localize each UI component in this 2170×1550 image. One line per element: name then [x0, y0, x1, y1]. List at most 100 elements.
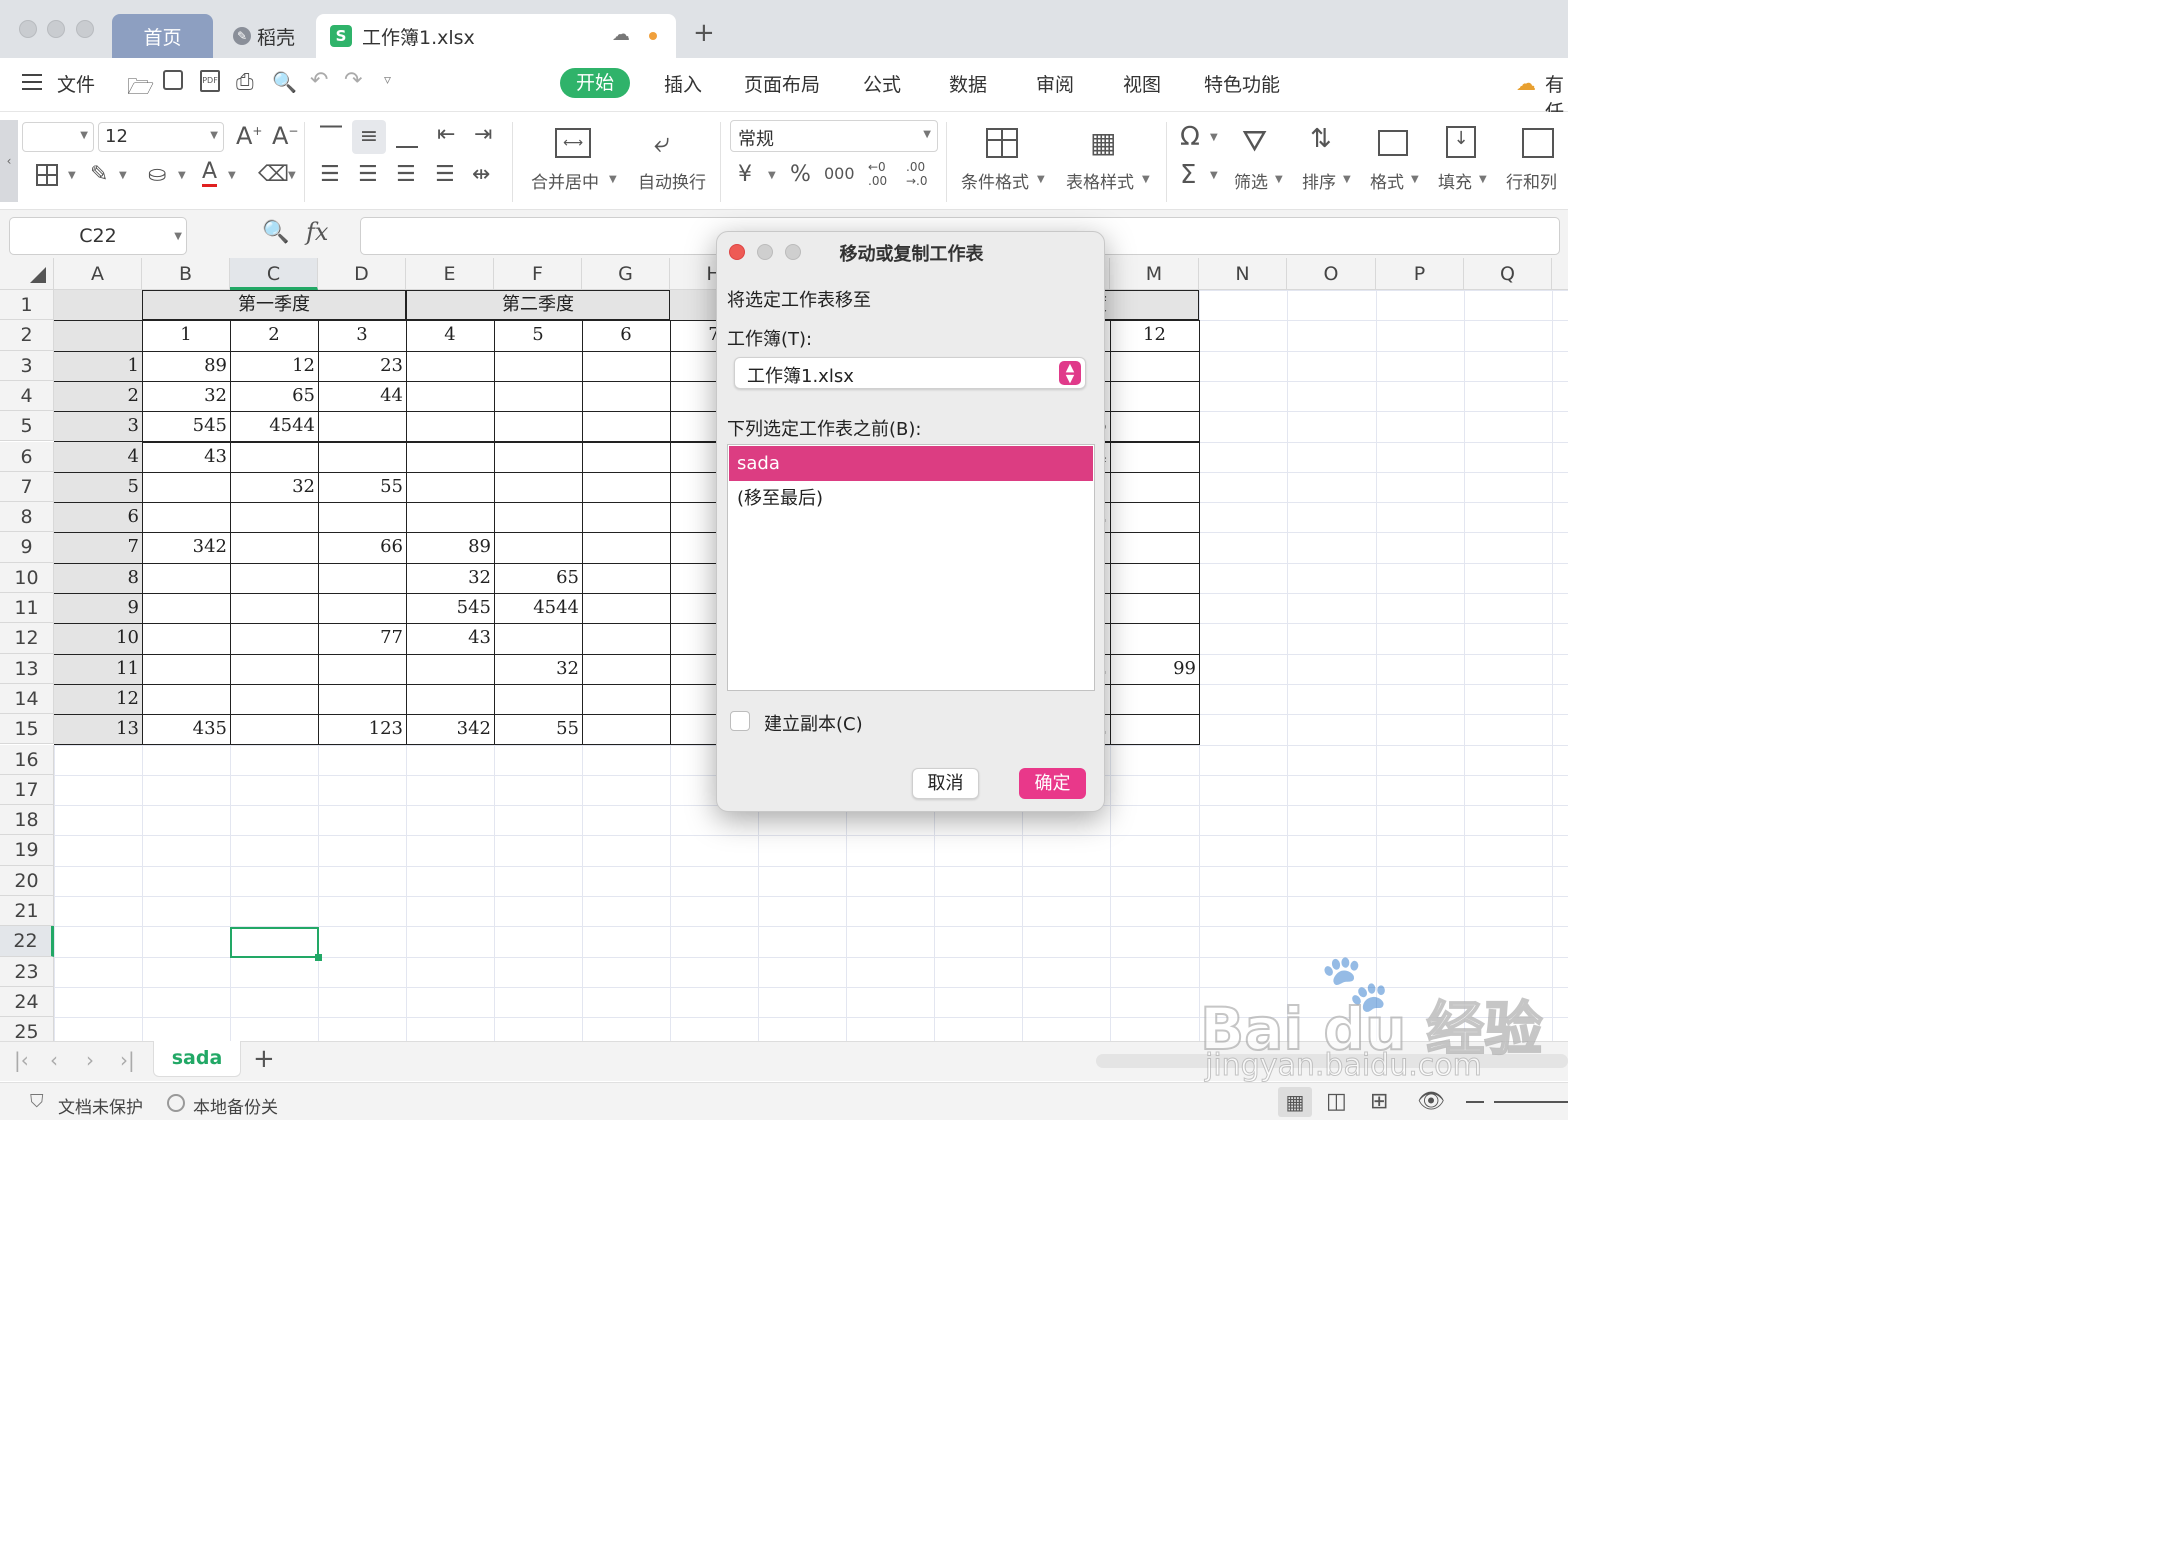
increase-decimal-icon[interactable]: ←0 .00 [868, 160, 896, 188]
decrease-indent-icon[interactable]: ⇤ [437, 122, 455, 147]
hamburger-icon[interactable] [22, 74, 42, 90]
filter-button[interactable]: 筛选 [1234, 168, 1268, 193]
row-header[interactable]: 19 [0, 835, 54, 866]
filter-icon[interactable]: ⛛ [1242, 124, 1267, 159]
row-header[interactable]: 3 [0, 350, 54, 381]
chevron-down-icon[interactable]: ▼ [1142, 174, 1150, 185]
fill-color-icon[interactable]: ⛀ [148, 162, 166, 187]
create-copy-label[interactable]: 建立副本(C) [764, 710, 863, 736]
chevron-down-icon[interactable]: ▼ [1479, 174, 1487, 185]
row-header[interactable]: 24 [0, 986, 54, 1018]
first-sheet-icon[interactable]: |‹ [14, 1048, 29, 1072]
minimize-window-button[interactable] [47, 20, 65, 38]
eye-protection-icon[interactable]: 👁 [1417, 1089, 1445, 1114]
horizontal-scrollbar[interactable] [1096, 1054, 1568, 1068]
font-name-select[interactable]: ▼ [22, 122, 94, 152]
align-left-icon[interactable]: ☰ [320, 162, 340, 187]
row-header[interactable]: 4 [0, 380, 54, 412]
workbook-select[interactable]: 工作簿1.xlsx ▲ ▼ [734, 357, 1086, 389]
fill-button[interactable]: 填充 [1438, 168, 1472, 193]
column-header[interactable]: D [318, 258, 406, 290]
justify-icon[interactable]: ☰ [435, 162, 455, 187]
row-header[interactable]: 18 [0, 805, 54, 836]
column-header[interactable]: G [582, 258, 670, 290]
column-header[interactable]: Q [1464, 258, 1552, 290]
prev-sheet-icon[interactable]: ‹ [50, 1048, 58, 1072]
row-header[interactable]: 6 [0, 441, 54, 472]
format-button[interactable]: 格式 [1370, 168, 1404, 193]
borders-icon[interactable] [36, 164, 58, 186]
chevron-down-icon[interactable]: ▼ [1343, 174, 1351, 185]
align-top-icon[interactable]: ⎺ [320, 124, 342, 149]
zoom-slider[interactable] [1494, 1101, 1568, 1103]
menu-review[interactable]: 审阅 [1036, 70, 1074, 97]
pdf-icon[interactable]: PDF [200, 70, 220, 92]
customize-dropdown-icon[interactable]: ▿ [384, 72, 391, 88]
increase-font-icon[interactable]: A+ [236, 122, 262, 150]
decrease-decimal-icon[interactable]: .00 →.0 [906, 160, 934, 188]
row-column-button[interactable]: 行和列 [1506, 168, 1557, 193]
create-copy-checkbox[interactable] [730, 711, 750, 731]
row-header[interactable]: 11 [0, 593, 54, 624]
number-format-select[interactable]: 常规 ▼ [730, 120, 938, 152]
chevron-down-icon[interactable]: ▼ [288, 170, 296, 181]
fill-handle[interactable] [315, 954, 322, 961]
chevron-down-icon[interactable]: ▼ [1210, 170, 1218, 181]
menu-start[interactable]: 开始 [560, 68, 630, 98]
table-style-button[interactable]: 表格样式 [1066, 168, 1134, 193]
fill-icon[interactable]: ↓ [1446, 126, 1476, 158]
conditional-format-button[interactable]: 条件格式 [961, 168, 1029, 193]
chevron-down-icon[interactable]: ▼ [119, 170, 127, 181]
row-header[interactable]: 9 [0, 532, 54, 563]
sheet-list-item-selected[interactable]: sada [729, 446, 1093, 481]
row-header[interactable]: 13 [0, 653, 54, 684]
percent-icon[interactable]: % [790, 162, 811, 187]
thousands-icon[interactable]: 000 [824, 164, 855, 183]
print-preview-icon[interactable]: 🔍 [272, 70, 297, 94]
row-header[interactable]: 12 [0, 623, 54, 654]
row-header[interactable]: 14 [0, 683, 54, 715]
column-header[interactable]: O [1287, 258, 1376, 290]
tab-workbook[interactable]: S 工作簿1.xlsx ☁ [316, 14, 676, 58]
chevron-down-icon[interactable]: ▼ [68, 170, 76, 181]
column-header[interactable]: A [54, 258, 142, 290]
protection-status[interactable]: 文档未保护 [58, 1093, 143, 1118]
sum-icon[interactable]: Σ [1180, 160, 1196, 190]
name-box[interactable]: C22 ▼ [9, 217, 187, 255]
chevron-down-icon[interactable]: ▼ [1210, 132, 1218, 143]
menu-file[interactable]: 文件 [57, 70, 95, 97]
sheet-list-item[interactable]: (移至最后) [729, 482, 1093, 516]
menu-special[interactable]: 特色功能 [1204, 70, 1280, 97]
collapse-toolbar-button[interactable]: ‹ [0, 120, 18, 202]
cell-style-icon[interactable]: ✎ [90, 162, 108, 187]
column-header[interactable]: E [406, 258, 494, 290]
sheet-tab-sada[interactable]: sada [153, 1041, 241, 1077]
row-header[interactable]: 7 [0, 471, 54, 503]
sheet-list[interactable]: sada (移至最后) [727, 444, 1095, 691]
row-header[interactable]: 20 [0, 865, 54, 896]
distribute-icon[interactable]: ⇹ [472, 162, 490, 187]
row-header[interactable]: 21 [0, 896, 54, 927]
selected-cell[interactable] [230, 927, 319, 958]
row-header[interactable]: 25 [0, 1017, 54, 1041]
align-bottom-icon[interactable]: ⎽ [396, 124, 418, 149]
cancel-button[interactable]: 取消 [912, 768, 979, 799]
row-header[interactable]: 15 [0, 714, 54, 745]
increase-indent-icon[interactable]: ⇥ [474, 122, 492, 147]
align-center-icon[interactable]: ☰ [358, 162, 378, 187]
ok-button[interactable]: 确定 [1019, 768, 1086, 799]
chevron-down-icon[interactable]: ▼ [1037, 174, 1045, 185]
format-icon[interactable] [1378, 130, 1408, 156]
sort-button[interactable]: 排序 [1302, 168, 1336, 193]
open-folder-icon[interactable]: 🗁 [127, 70, 154, 108]
font-color-icon[interactable]: A [202, 160, 218, 187]
print-icon[interactable]: ⎙ [236, 70, 254, 95]
row-header[interactable]: 16 [0, 744, 54, 775]
column-header[interactable]: C [230, 258, 318, 290]
row-header[interactable]: 8 [0, 502, 54, 533]
redo-icon[interactable]: ↷ [344, 68, 362, 93]
chevron-down-icon[interactable]: ▼ [1275, 174, 1283, 185]
cloud-sync-icon[interactable]: ☁ [1516, 71, 1536, 95]
decrease-font-icon[interactable]: A− [272, 122, 298, 150]
row-column-icon[interactable] [1522, 128, 1554, 158]
